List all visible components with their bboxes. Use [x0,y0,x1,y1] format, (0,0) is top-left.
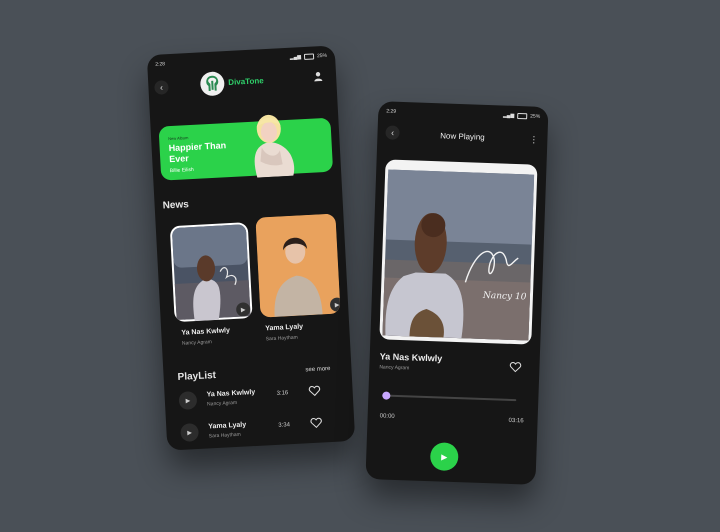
song-artist: Sara Haytham [208,431,241,440]
album-art-sara [255,213,341,318]
time-total: 03:16 [508,417,524,425]
now-playing-screen: 2:29 ▂▄▆ 25% ‹ Now Playing ⋮ Nancy 10 Ya … [365,101,549,485]
song-title: Ya Nas Kwlwly [206,388,256,399]
album-artwork: Nancy 10 [379,159,538,345]
signal-icon: ▂▄▆ [502,112,515,119]
play-button[interactable]: ▶ [329,297,341,312]
signal-icon: ▂▄▆ [289,54,302,61]
page-title: Now Playing [440,131,485,142]
play-icon: ▶ [185,397,191,405]
user-icon[interactable] [313,71,324,82]
app-name: DivaTone [228,76,264,87]
status-bar: 2:28 ▂▄▆ 25% [155,51,327,70]
play-icon: ▶ [187,429,193,437]
home-screen: 2:28 ▂▄▆ 25% ‹ DivaTone New Album Happier… [146,45,356,451]
battery-icon [517,112,528,120]
play-icon: ▶ [441,452,448,462]
status-time: 2:28 [155,61,166,68]
song-artist: Nancy Agram [206,399,238,408]
song-title: Ya Nas Kwlwly [379,351,443,364]
artist-photo [254,114,295,178]
back-button[interactable]: ‹ [154,80,169,95]
progress-slider[interactable] [382,391,517,402]
see-more-link[interactable]: see more [305,366,330,373]
status-bar: 2:29 ▂▄▆ 25% [386,106,540,121]
playlist-row[interactable]: ▶ Ya Nas Kwlwly Nancy Agram 3:16 [178,382,339,414]
music-note-logo-icon [206,75,219,91]
heart-icon[interactable] [509,361,522,373]
time-current: 00:00 [379,413,395,420]
play-button[interactable]: ▶ [180,423,200,442]
play-button[interactable]: ▶ [178,391,198,410]
app-logo [199,71,225,97]
play-pause-button[interactable]: ▶ [429,442,459,472]
song-duration: 3:34 [278,422,291,429]
banner-title: Happier Than Ever [168,140,227,165]
heart-icon[interactable] [308,385,321,398]
chevron-left-icon: ‹ [159,82,164,93]
progress-knob[interactable] [382,391,391,400]
status-time: 2:29 [386,108,397,115]
song-artist: Nancy Agram [379,364,410,372]
banner-eyebrow: New Album [168,135,189,142]
song-title: Yama Lyaly [208,421,247,431]
news-title-2: Yama Lyaly [265,323,304,333]
playlist-heading: PlayList [177,370,217,384]
battery-icon [303,53,315,60]
playlist-row[interactable]: ▶ Yama Lyaly Sara Haytham 3:34 [180,414,341,446]
news-card-2[interactable]: ▶ [255,213,341,318]
heart-icon[interactable] [310,417,323,430]
news-heading: News [162,199,190,212]
new-album-banner[interactable]: New Album Happier Than Ever Billie Eilis… [158,114,334,181]
news-artist-1: Nancy Agram [181,339,213,347]
news-title-1: Ya Nas Kwlwly [181,327,231,337]
album-art-nancy-large [382,169,535,341]
news-artist-2: Sara Haytham [265,334,298,343]
artwork-caption: Nancy 10 [482,290,527,303]
play-icon: ▶ [334,301,340,309]
banner-artist: Billie Eilish [169,166,194,175]
play-icon: ▶ [240,306,246,314]
battery-level: 25% [530,113,541,120]
more-options-icon[interactable]: ⋮ [529,134,538,145]
battery-level: 25% [316,52,328,60]
news-card-1[interactable]: ▶ [169,222,253,323]
song-duration: 3:16 [276,390,289,397]
